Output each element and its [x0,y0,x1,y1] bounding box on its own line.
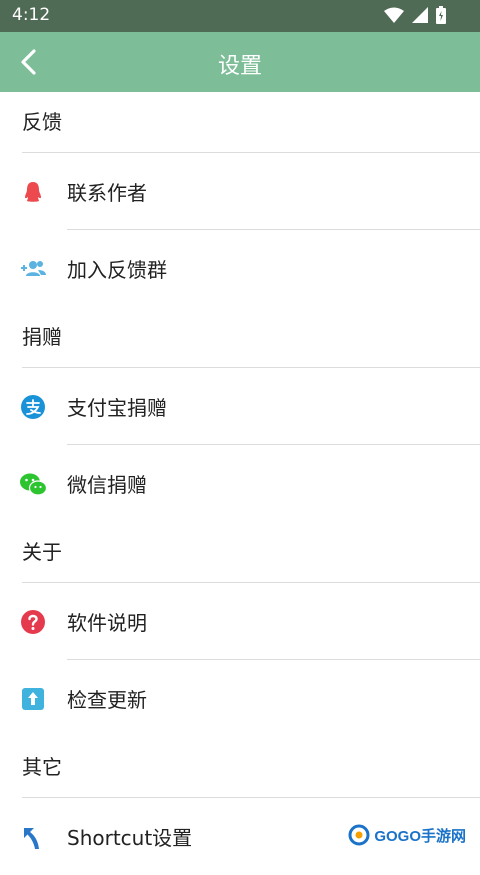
add-group-icon [21,261,46,276]
wechat-donate-label: 微信捐赠 [67,473,147,497]
wifi-icon [384,7,404,23]
shortcut-settings-label: Shortcut设置 [67,826,193,850]
help-icon [21,610,45,634]
contact-author-label: 联系作者 [67,181,147,205]
status-icons [384,6,446,24]
battery-icon [436,6,446,24]
alipay-icon [21,395,45,419]
section-header-about: 关于 [0,522,480,583]
app-instructions-label: 软件说明 [67,611,147,635]
app-bar: 设置 [0,32,480,92]
gogo-logo-icon [348,824,370,846]
signal-icon [412,7,428,23]
alipay-donate-label: 支付宝捐赠 [67,396,167,420]
status-bar: 4:12 [0,0,480,32]
watermark-text: GOGO手游网 [374,827,466,845]
watermark-logo: GOGO手游网 [348,824,466,846]
join-feedback-group-label: 加入反馈群 [67,258,167,282]
shortcut-arrow-icon [24,828,39,849]
qq-penguin-icon [25,182,41,202]
alipay-donate-item[interactable]: 支付宝捐赠 [0,368,480,445]
settings-list: 反馈 联系作者 加入反馈群 捐赠 支付宝捐赠 微信捐赠 关于 软件说明 检查更新… [0,92,480,875]
join-feedback-group-item[interactable]: 加入反馈群 [0,230,480,307]
status-time: 4:12 [12,5,51,25]
check-update-label: 检查更新 [67,688,147,712]
section-header-donate: 捐赠 [0,307,480,368]
wechat-donate-item[interactable]: 微信捐赠 [0,445,480,522]
check-update-item[interactable]: 检查更新 [0,660,480,737]
page-title: 设置 [217,54,262,79]
app-instructions-item[interactable]: 软件说明 [0,583,480,660]
update-icon [22,688,44,710]
wechat-icon [20,473,47,496]
section-header-other: 其它 [0,737,480,798]
section-header-feedback: 反馈 [0,92,480,153]
contact-author-item[interactable]: 联系作者 [0,153,480,230]
